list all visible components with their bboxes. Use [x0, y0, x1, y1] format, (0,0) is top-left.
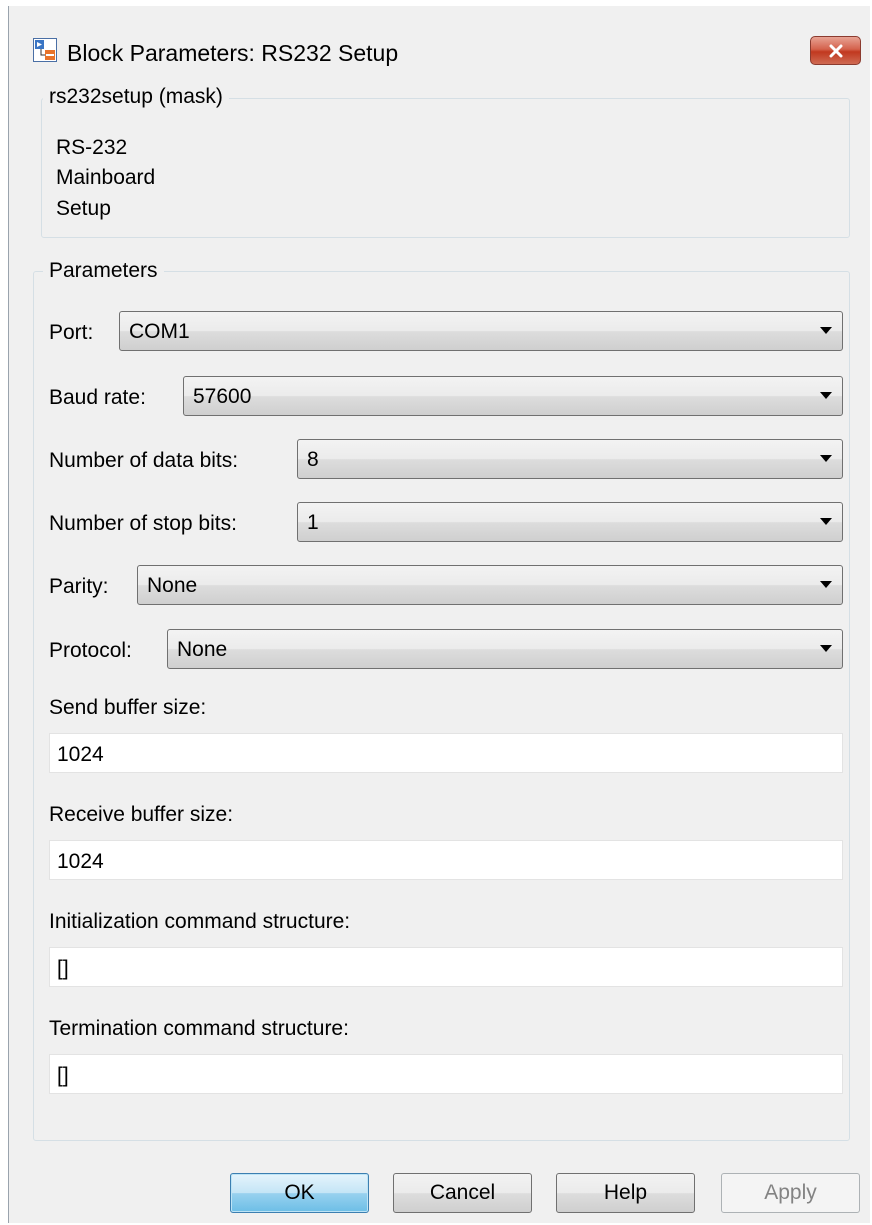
apply-button[interactable]: Apply [721, 1173, 860, 1213]
chevron-down-icon [820, 392, 832, 399]
mask-description-line: Mainboard [56, 166, 156, 189]
baud-rate-value: 57600 [193, 385, 252, 408]
window-title: Block Parameters: RS232 Setup [67, 40, 399, 66]
mask-description-line: RS-232 [56, 136, 128, 159]
port-select[interactable]: COM1 [119, 311, 843, 351]
term-command-label: Termination command structure: [49, 1017, 349, 1040]
parity-label: Parity: [49, 575, 109, 598]
init-command-value: [] [57, 957, 69, 980]
parity-select[interactable]: None [137, 565, 843, 605]
chevron-down-icon [820, 518, 832, 525]
port-value: COM1 [129, 320, 190, 343]
send-buffer-input[interactable]: 1024 [49, 733, 843, 773]
send-buffer-label: Send buffer size: [49, 696, 207, 719]
close-button[interactable] [810, 36, 861, 65]
init-command-input[interactable]: [] [49, 947, 843, 987]
stop-bits-select[interactable]: 1 [297, 502, 843, 542]
parameters-legend: Parameters [43, 259, 164, 283]
term-command-value: [] [57, 1064, 69, 1087]
chevron-down-icon [820, 327, 832, 334]
simulink-block-icon [33, 38, 57, 62]
receive-buffer-value: 1024 [57, 850, 104, 873]
send-buffer-value: 1024 [57, 743, 104, 766]
title-bar[interactable]: Block Parameters: RS232 Setup [9, 6, 871, 88]
mask-legend: rs232setup (mask) [43, 85, 229, 109]
data-bits-select[interactable]: 8 [297, 439, 843, 479]
mask-description-group [41, 98, 850, 238]
port-label: Port: [49, 321, 94, 344]
receive-buffer-label: Receive buffer size: [49, 803, 234, 826]
data-bits-value: 8 [307, 448, 319, 471]
block-parameters-dialog: Block Parameters: RS232 Setup rs232setup… [8, 6, 870, 1223]
help-button[interactable]: Help [556, 1173, 695, 1213]
parity-value: None [147, 574, 198, 597]
close-icon [829, 44, 842, 57]
baud-rate-select[interactable]: 57600 [183, 376, 843, 416]
term-command-input[interactable]: [] [49, 1054, 843, 1094]
baud-rate-label: Baud rate: [49, 386, 146, 409]
chevron-down-icon [820, 645, 832, 652]
chevron-down-icon [820, 581, 832, 588]
mask-description-line: Setup [56, 197, 111, 220]
cancel-button[interactable]: Cancel [393, 1173, 532, 1213]
data-bits-label: Number of data bits: [49, 449, 239, 472]
stop-bits-value: 1 [307, 511, 319, 534]
chevron-down-icon [820, 455, 832, 462]
ok-button[interactable]: OK [230, 1173, 369, 1213]
receive-buffer-input[interactable]: 1024 [49, 840, 843, 880]
init-command-label: Initialization command structure: [49, 910, 351, 933]
protocol-label: Protocol: [49, 639, 132, 662]
protocol-value: None [177, 638, 228, 661]
protocol-select[interactable]: None [167, 629, 843, 669]
stop-bits-label: Number of stop bits: [49, 512, 237, 535]
